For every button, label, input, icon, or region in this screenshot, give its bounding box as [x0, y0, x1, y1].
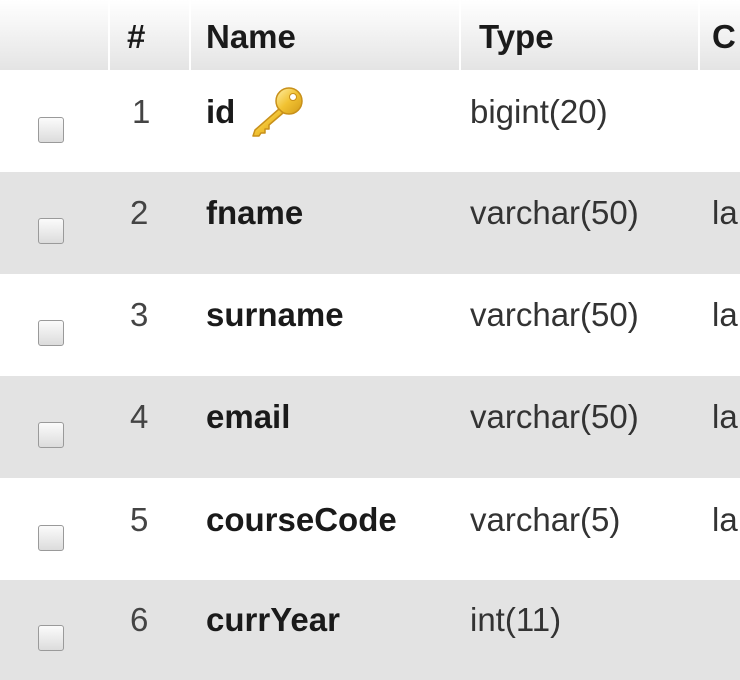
column-collation: la: [712, 501, 738, 538]
header-separator: [108, 0, 110, 70]
column-name[interactable]: currYear: [206, 601, 340, 639]
key-icon: [252, 87, 303, 137]
row-number: 2: [130, 194, 149, 231]
header-separator: [189, 0, 191, 70]
header-select-col: [0, 0, 108, 70]
row-number: 4: [130, 398, 149, 435]
header-number[interactable]: #: [127, 0, 145, 70]
row-checkbox[interactable]: [38, 525, 64, 551]
row-checkbox[interactable]: [38, 320, 64, 346]
table-row: 3 surname varchar(50) la: [0, 274, 740, 376]
row-checkbox[interactable]: [38, 218, 64, 244]
column-name[interactable]: courseCode: [206, 501, 397, 539]
header-separator: [459, 0, 461, 70]
row-number: 6: [130, 601, 149, 638]
column-type: bigint(20): [470, 93, 608, 130]
row-number: 5: [130, 501, 149, 538]
column-collation: la: [712, 296, 738, 333]
table-row: 5 courseCode varchar(5) la: [0, 478, 740, 580]
row-checkbox[interactable]: [38, 625, 64, 651]
row-number: 1: [132, 93, 151, 130]
column-collation: la: [712, 398, 738, 435]
header-collation[interactable]: C: [712, 0, 736, 70]
table-row: 2 fname varchar(50) la: [0, 172, 740, 274]
column-type: varchar(5): [470, 501, 621, 538]
table-row: 6 currYear int(11): [0, 580, 740, 680]
row-number: 3: [130, 296, 149, 333]
column-type: varchar(50): [470, 296, 639, 333]
header-name[interactable]: Name: [206, 0, 296, 70]
column-collation: la: [712, 194, 738, 231]
column-type: varchar(50): [470, 194, 639, 231]
header-separator: [698, 0, 700, 70]
table-header: # Name Type C: [0, 0, 740, 70]
column-name[interactable]: email: [206, 398, 290, 436]
row-checkbox[interactable]: [38, 117, 64, 143]
column-type: varchar(50): [470, 398, 639, 435]
table-row: 1 id bigint(20): [0, 70, 740, 172]
column-name[interactable]: id: [206, 93, 235, 131]
column-name[interactable]: surname: [206, 296, 344, 334]
column-name[interactable]: fname: [206, 194, 303, 232]
row-checkbox[interactable]: [38, 422, 64, 448]
header-type[interactable]: Type: [479, 0, 554, 70]
column-type: int(11): [470, 601, 562, 638]
table-row: 4 email varchar(50) la: [0, 376, 740, 478]
